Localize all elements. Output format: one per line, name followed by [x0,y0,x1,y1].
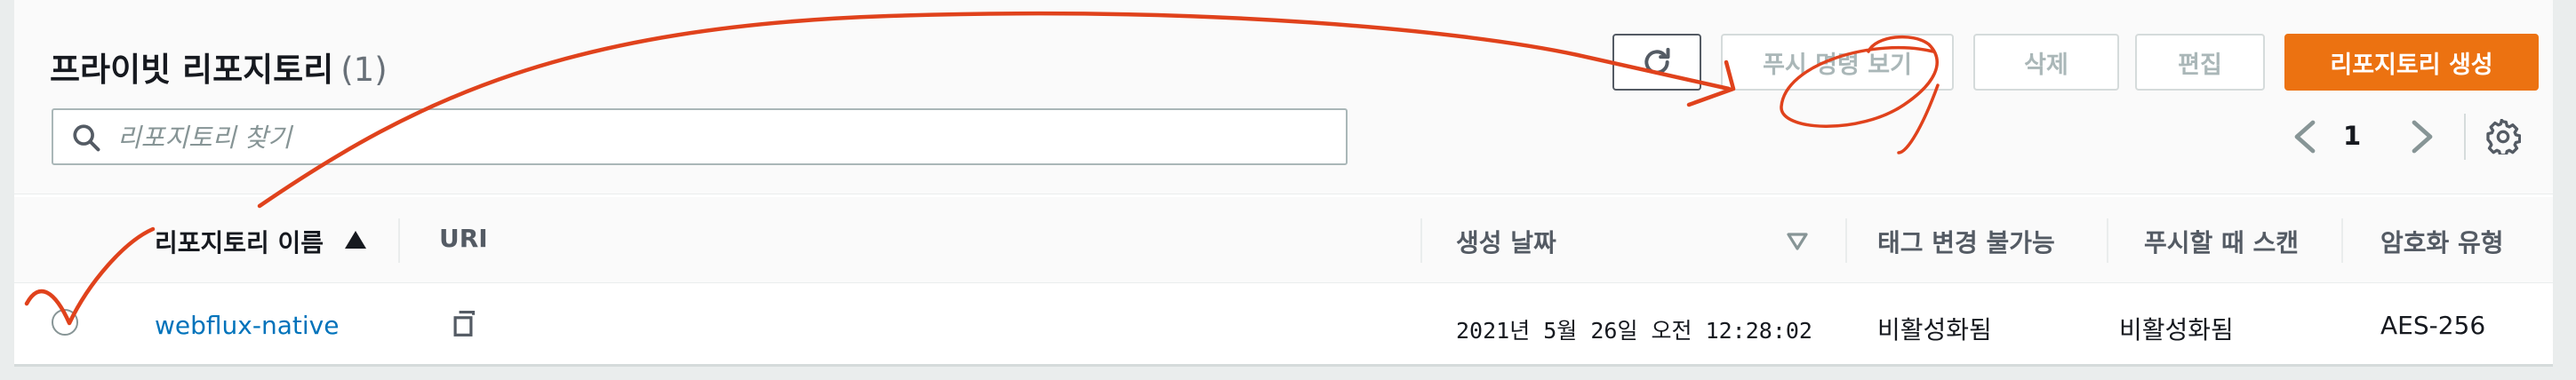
pagination-divider [2464,114,2466,160]
page-title: 프라이빗 리포지토리 (1) [50,43,388,91]
encryption-value: AES-256 [2380,311,2486,340]
tag-immutability-value: 비활성화됨 [1877,315,1992,344]
next-page-icon[interactable] [2405,119,2437,154]
column-header-encryption[interactable]: 암호화 유형 [2380,224,2504,259]
table-header: 리포지토리 이름 URI 생성 날짜 태그 변경 불가능 푸시할 때 스캔 암호… [14,197,2553,283]
column-header-created[interactable]: 생성 날짜 [1456,224,1556,259]
column-divider [2107,218,2108,263]
column-divider [398,218,400,263]
row-select-radio[interactable] [52,309,78,336]
refresh-button[interactable] [1612,34,1701,91]
refresh-icon [1644,47,1670,75]
sort-descending-icon [1787,233,1808,250]
sort-ascending-icon [345,231,366,249]
table-row[interactable]: webflux-native 2021년 5월 26일 오전 12:28:02 … [14,284,2553,364]
column-divider [1420,218,1422,263]
repository-name-link[interactable]: webflux-native [155,311,339,340]
column-divider [2341,218,2343,263]
repository-panel: 프라이빗 리포지토리(1) 푸시 명령 보기 삭제 편집 리포지토리 생성 1 [14,0,2553,367]
edit-button[interactable]: 편집 [2135,34,2265,91]
panel-header: 프라이빗 리포지토리(1) 푸시 명령 보기 삭제 편집 리포지토리 생성 1 [14,0,2553,194]
delete-button[interactable]: 삭제 [1973,34,2119,91]
view-push-commands-button[interactable]: 푸시 명령 보기 [1721,34,1954,91]
column-header-tag-immutability[interactable]: 태그 변경 불가능 [1877,224,2055,259]
search-icon [73,124,100,152]
column-divider [1845,218,1847,263]
search-box [52,108,1348,165]
gear-icon[interactable] [2485,119,2521,154]
column-header-name[interactable]: 리포지토리 이름 [155,224,324,259]
previous-page-icon[interactable] [2290,119,2322,154]
repository-count: (1) [340,51,388,89]
title-text: 프라이빗 리포지토리 [50,51,334,89]
created-date: 2021년 5월 26일 오전 12:28:02 [1456,318,1812,344]
copy-icon[interactable] [450,309,476,337]
current-page-number[interactable]: 1 [2343,121,2361,151]
column-header-uri: URI [439,224,488,253]
create-repository-button[interactable]: 리포지토리 생성 [2284,34,2539,91]
column-header-scan-on-push[interactable]: 푸시할 때 스캔 [2144,224,2299,259]
search-input[interactable] [116,115,1328,160]
scan-on-push-value: 비활성화됨 [2119,315,2234,344]
